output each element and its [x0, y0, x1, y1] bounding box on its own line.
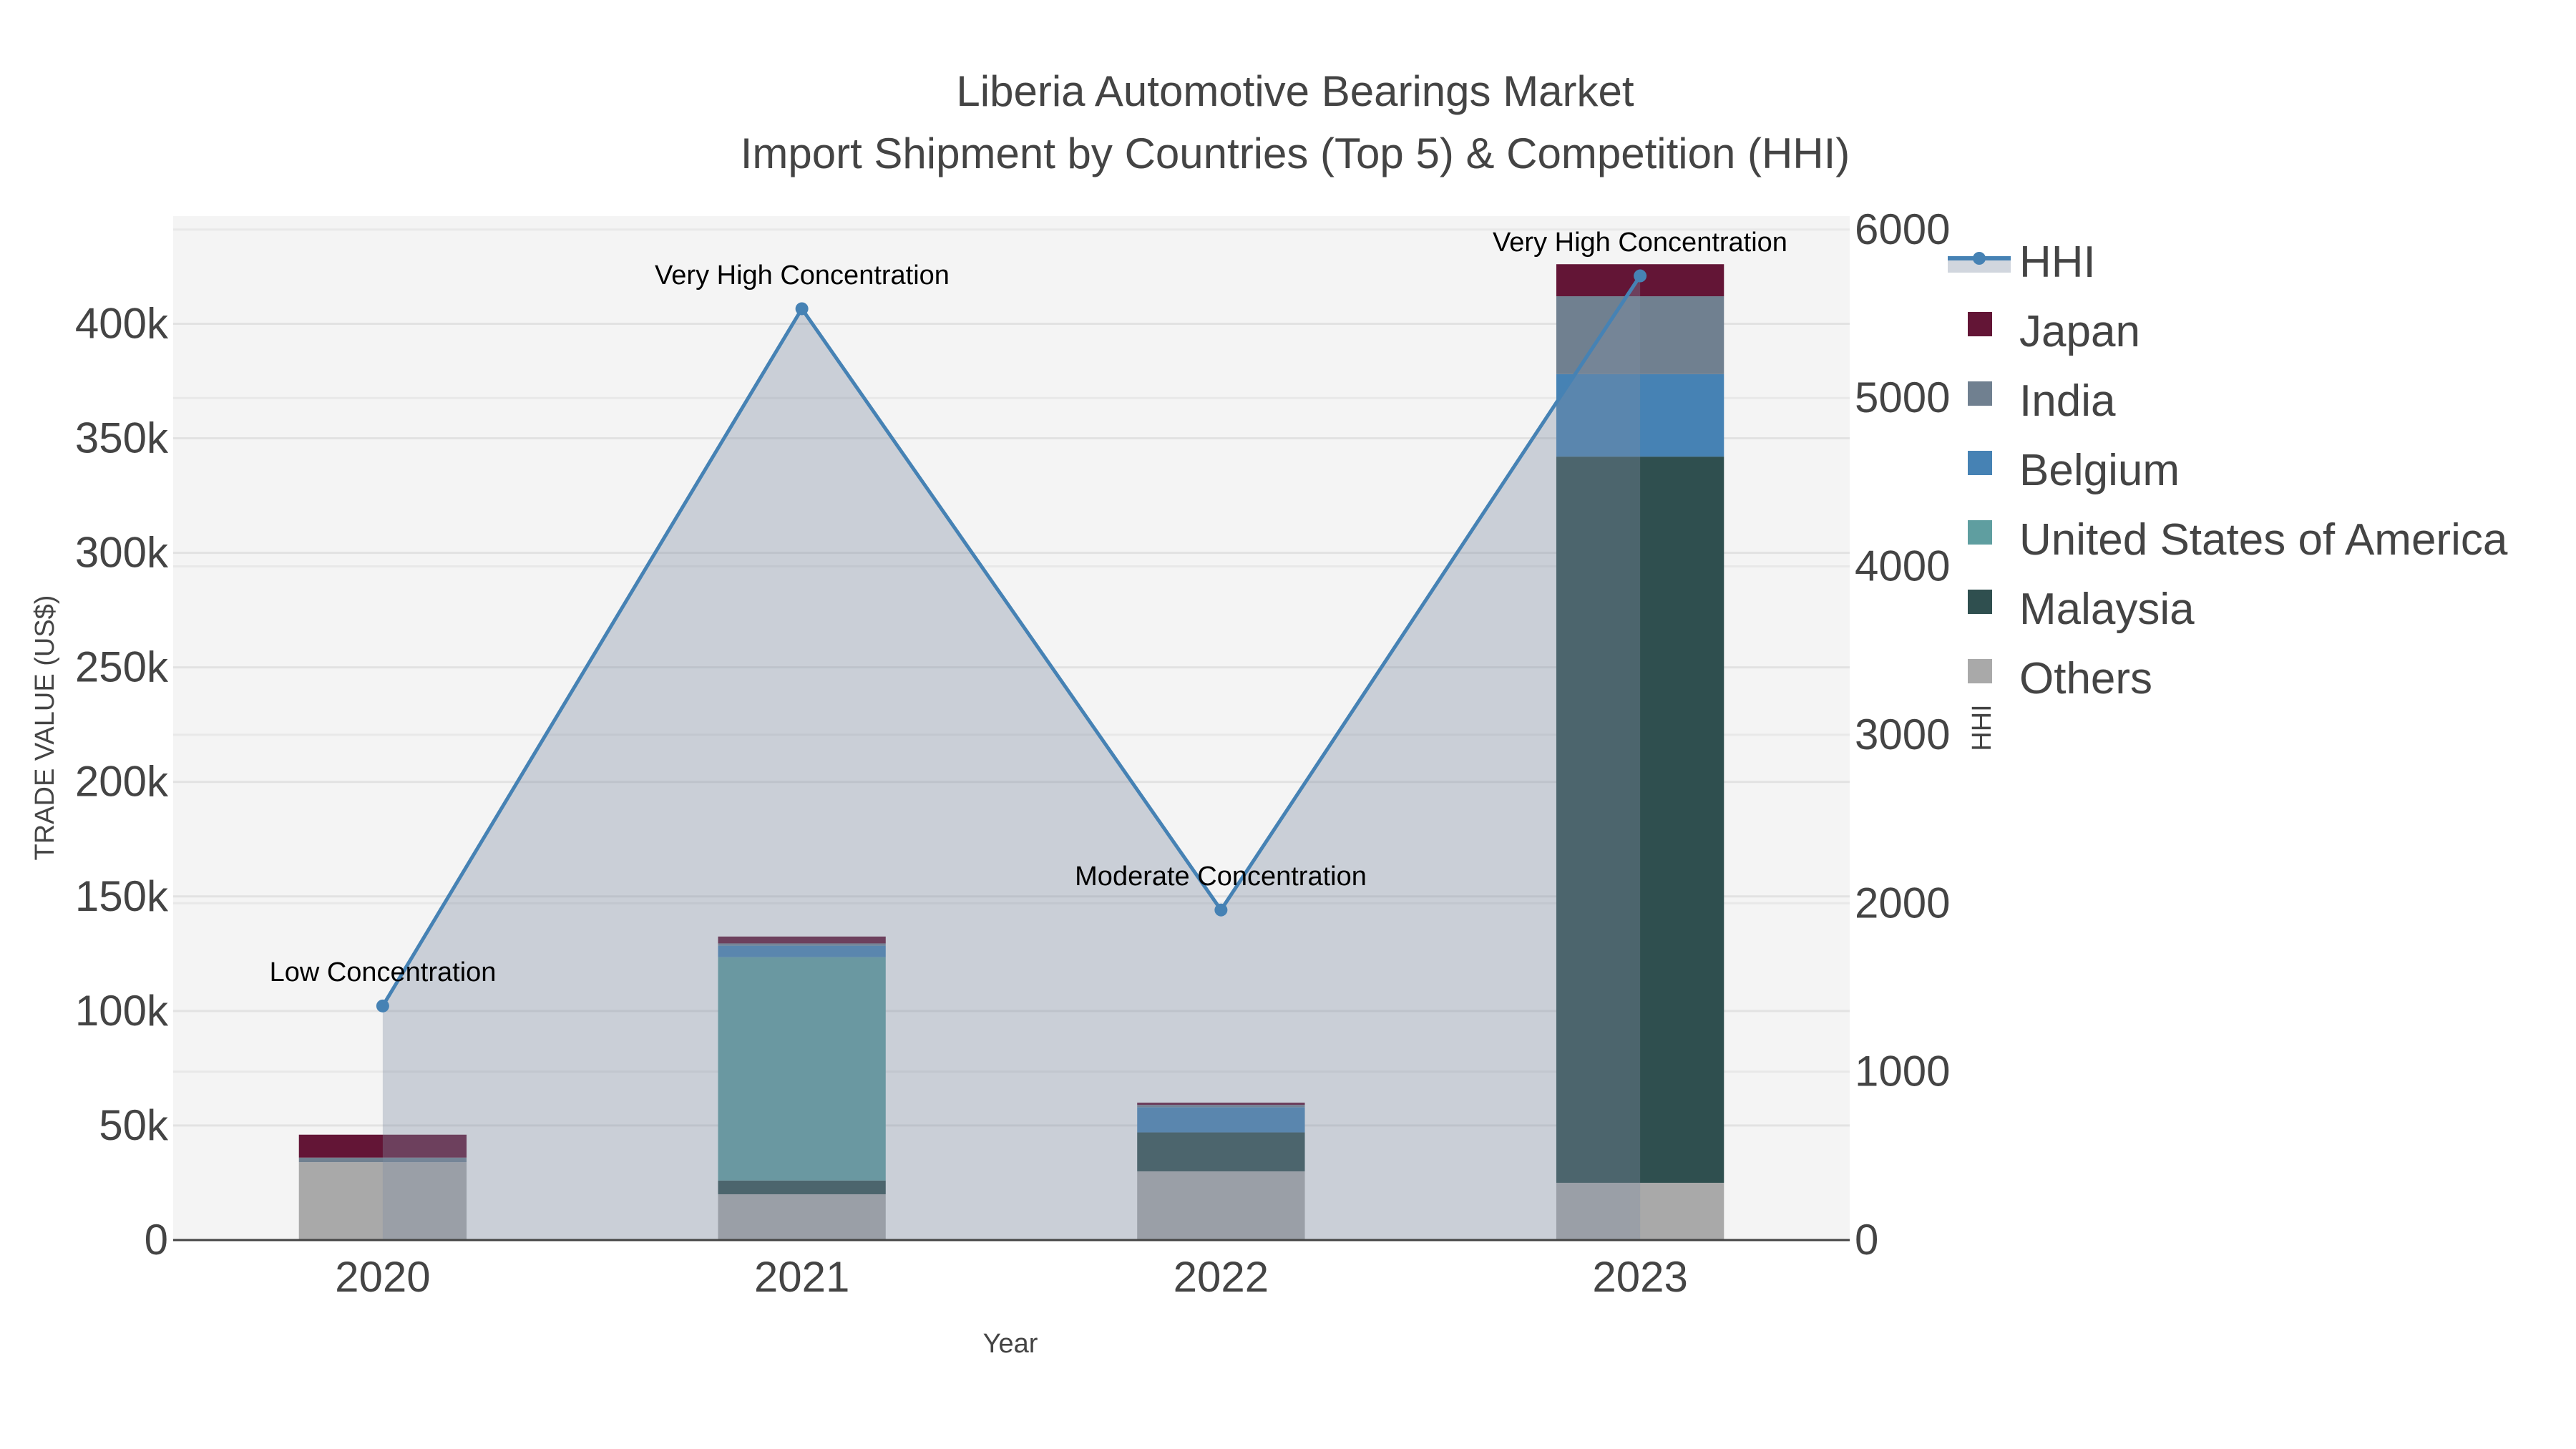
legend-item-hhi[interactable]: HHI	[1948, 238, 2096, 287]
legend-label: Malaysia	[2019, 585, 2195, 634]
hhi-annotation: Moderate Concentration	[1075, 862, 1367, 892]
y-tick-label: 300k	[75, 529, 169, 577]
legend-item-japan[interactable]: Japan	[1968, 307, 2140, 356]
legend-item-others[interactable]: Others	[1968, 654, 2152, 703]
x-tick-label: 2023	[1592, 1253, 1687, 1301]
y2-tick-label: 1000	[1855, 1048, 1950, 1096]
y2-axis-title: HHI	[1967, 704, 1997, 751]
x-tick-label: 2021	[754, 1253, 849, 1301]
hhi-annotation: Low Concentration	[270, 957, 497, 987]
legend-swatch	[1968, 659, 1992, 683]
legend-label: Belgium	[2019, 446, 2180, 495]
y-tick-label: 150k	[75, 872, 169, 920]
legend-marker	[1973, 252, 1986, 265]
chart: Liberia Automotive Bearings Market Impor…	[30, 67, 2508, 1359]
hhi-annotation: Very High Concentration	[655, 260, 950, 291]
chart-subtitle: Import Shipment by Countries (Top 5) & C…	[741, 130, 1850, 177]
y-tick-label: 100k	[75, 987, 169, 1035]
y2-tick-label: 4000	[1855, 542, 1950, 590]
y-tick-label: 250k	[75, 643, 169, 691]
legend-swatch	[1968, 520, 1992, 545]
y2-tick-label: 5000	[1855, 374, 1950, 421]
y2-tick-label: 0	[1855, 1216, 1878, 1264]
x-tick-label: 2020	[335, 1253, 430, 1301]
legend-label: Japan	[2019, 307, 2140, 356]
legend-label: United States of America	[2019, 515, 2508, 565]
legend-swatch	[1968, 590, 1992, 614]
y2-tick-label: 2000	[1855, 879, 1950, 927]
hhi-point-2020[interactable]	[376, 999, 389, 1013]
legend-item-malaysia[interactable]: Malaysia	[1968, 585, 2195, 634]
y-tick-label: 350k	[75, 414, 169, 462]
legend-swatch	[1968, 451, 1992, 475]
legend-swatch	[1968, 312, 1992, 336]
legend: HHI Japan India Belgium United States of…	[1948, 238, 2508, 703]
legend-label: India	[2019, 376, 2116, 426]
hhi-annotation: Very High Concentration	[1493, 228, 1787, 258]
legend-item-india[interactable]: India	[1968, 376, 2116, 426]
y-tick-label: 50k	[99, 1101, 169, 1149]
y2-tick-label: 6000	[1855, 205, 1950, 253]
y-tick-label: 400k	[75, 299, 169, 347]
x-axis-title: Year	[983, 1329, 1038, 1359]
y-axis-title: TRADE VALUE (US$)	[30, 595, 60, 861]
y-tick-label: 0	[145, 1216, 168, 1264]
y-tick-label: 200k	[75, 758, 169, 806]
legend-item-belgium[interactable]: Belgium	[1968, 446, 2180, 495]
hhi-point-2023[interactable]	[1634, 269, 1647, 283]
legend-label: HHI	[2019, 238, 2096, 287]
y2-tick-label: 3000	[1855, 711, 1950, 758]
legend-label: Others	[2019, 654, 2152, 703]
hhi-point-2022[interactable]	[1214, 903, 1228, 917]
x-tick-label: 2022	[1174, 1253, 1269, 1301]
hhi-point-2021[interactable]	[795, 302, 809, 316]
chart-title: Liberia Automotive Bearings Market	[956, 67, 1634, 115]
legend-swatch	[1968, 381, 1992, 406]
legend-item-united-states-of-america[interactable]: United States of America	[1968, 515, 2508, 565]
